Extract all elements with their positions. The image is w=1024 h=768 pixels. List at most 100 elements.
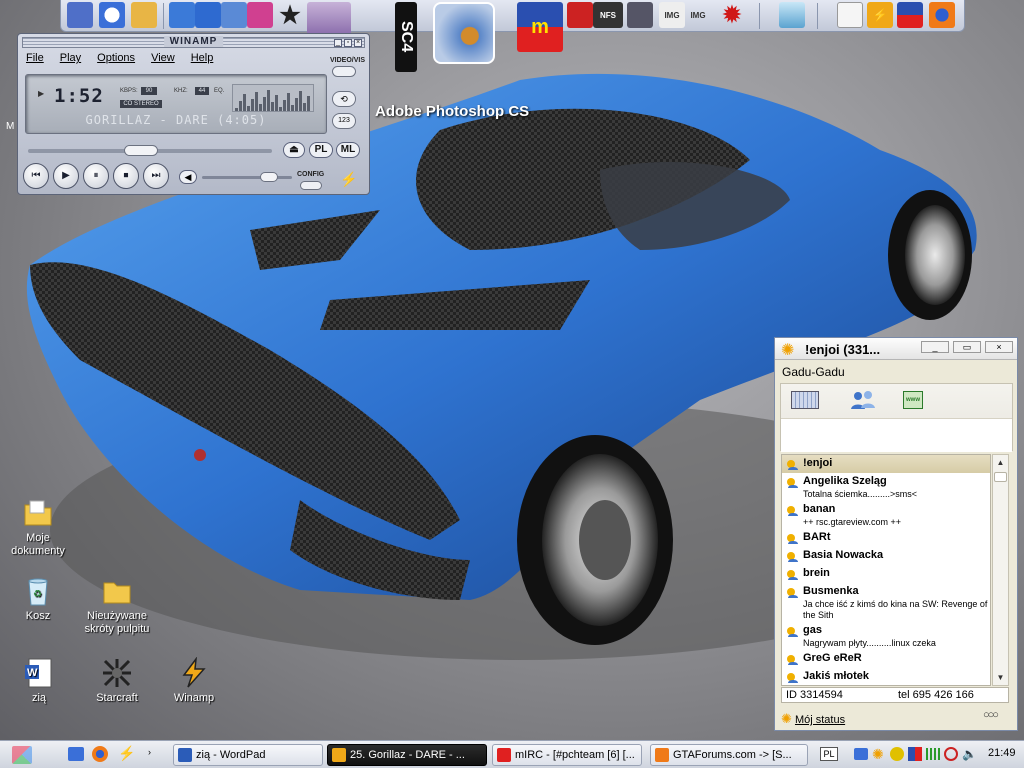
gadu-gadu-tray-icon[interactable]: ✺ [872, 746, 884, 763]
desktop-icon-unused-shortcuts[interactable]: Nieużywane skróty pulpitu [79, 575, 155, 636]
menu-play[interactable]: Play [60, 52, 81, 64]
folder-icon[interactable] [131, 2, 157, 28]
scrollbar[interactable]: ▲ ▼ [992, 454, 1009, 686]
splat-icon[interactable]: ✹ [719, 2, 745, 28]
keyboard-icon[interactable] [791, 391, 819, 409]
minimize-button[interactable]: _ [921, 341, 949, 353]
contact-row[interactable]: Busmenka Ja chce iść z kimś do kina na SW… [782, 583, 990, 622]
winamp-window[interactable]: WINAMP _ ▫ × File Play Options View Help… [17, 33, 370, 195]
desktop-icon-starcraft[interactable]: Starcraft [79, 657, 155, 705]
time-display[interactable]: 1:52 [54, 85, 104, 107]
contact-row[interactable]: brein [782, 565, 990, 583]
menu-file[interactable]: File [26, 52, 44, 64]
config-button[interactable] [300, 181, 322, 190]
desktop-icon-my-documents[interactable]: Moje dokumenty [0, 497, 76, 558]
taskbar-button[interactable]: GTAForums.com -> [S... [650, 744, 808, 766]
gg-contact-list[interactable]: !enjoi Angelika Szeląg Totalna ściemka....… [781, 454, 991, 686]
next-button[interactable]: ⏭ [143, 163, 169, 189]
media-library-button[interactable]: ML [336, 142, 360, 158]
close-button[interactable]: × [985, 341, 1013, 353]
contact-row[interactable]: Angelika Szeląg Totalna ściemka.........>… [782, 473, 990, 501]
contact-row[interactable]: !enjoi [782, 455, 990, 473]
star-icon[interactable]: ★ [277, 2, 303, 29]
mirc-small-icon[interactable] [897, 2, 923, 28]
scroll-up-arrow-icon[interactable]: ▲ [993, 455, 1008, 470]
menu-view[interactable]: View [151, 52, 175, 64]
www-icon[interactable]: www [903, 391, 923, 409]
gg-titlebar[interactable]: ✺ !enjoi (331... _ ▭ × [775, 338, 1017, 360]
gadu-gadu-window[interactable]: ✺ !enjoi (331... _ ▭ × Gadu-Gadu www !en… [774, 337, 1018, 731]
menu-options[interactable]: Options [97, 52, 135, 64]
eq-label[interactable]: EQ. [214, 88, 224, 94]
mirc-icon[interactable]: m [517, 2, 563, 52]
nfs-icon[interactable]: NFS [593, 2, 623, 28]
gg-my-status-button[interactable]: ✺ Mój status [781, 711, 845, 727]
photoshop-icon[interactable] [433, 2, 495, 64]
winamp-titlebar[interactable]: WINAMP _ ▫ × [22, 36, 365, 48]
gg-status-description-field[interactable] [781, 418, 1012, 452]
volume-slider-handle[interactable] [259, 172, 278, 182]
window-icon[interactable] [837, 2, 863, 28]
seek-bar[interactable] [28, 145, 272, 156]
stop-button[interactable]: ⏹ [113, 163, 139, 189]
menu-help[interactable]: Help [191, 52, 214, 64]
sc4-icon[interactable]: SC4 [395, 2, 417, 72]
scroll-down-arrow-icon[interactable]: ▼ [993, 670, 1008, 685]
speaker-icon[interactable]: ◀ [179, 170, 197, 184]
maximize-button[interactable]: ▭ [953, 341, 981, 353]
paint-icon[interactable] [169, 2, 195, 28]
recycle-bin-icon[interactable] [779, 2, 805, 28]
taskbar-button[interactable]: 25. Gorillaz - DARE - ... [327, 744, 487, 766]
close-button[interactable]: × [354, 39, 362, 47]
poser-icon[interactable] [247, 2, 273, 28]
signal-tray-icon[interactable] [926, 748, 940, 760]
winamp-bolt-icon[interactable]: ⚡ [118, 745, 135, 762]
eject-button[interactable]: ⏏ [283, 142, 305, 158]
contact-row[interactable]: BARt [782, 529, 990, 547]
gg-options-icon[interactable]: ○○○ [983, 709, 999, 721]
network-icon[interactable] [67, 2, 93, 28]
antivirus-tray-icon[interactable] [944, 747, 958, 761]
contact-row[interactable]: Jakiś młotek [782, 668, 990, 685]
floppy-icon[interactable] [567, 2, 593, 28]
pause-button[interactable]: ⏸ [83, 163, 109, 189]
clock-icon[interactable] [99, 2, 125, 28]
visualizer[interactable] [232, 84, 314, 112]
mirc-tray-icon[interactable] [908, 747, 922, 761]
vs-icon[interactable] [195, 2, 221, 28]
language-indicator[interactable]: PL [820, 747, 838, 761]
img-tool-icon[interactable]: IMG [659, 2, 685, 28]
firefox-icon[interactable] [929, 2, 955, 28]
contact-row[interactable]: GreG eReR [782, 650, 990, 668]
vs-icon[interactable] [221, 2, 247, 28]
repeat-button[interactable]: ⟲ [332, 91, 356, 107]
img-tool-icon[interactable]: IMG [685, 2, 711, 28]
start-button[interactable] [12, 746, 32, 764]
previous-button[interactable]: ⏮ [23, 163, 49, 189]
contact-row[interactable]: banan ++ rsc.gtareview.com ++ [782, 501, 990, 529]
minimize-button[interactable]: _ [334, 39, 342, 47]
messenger-tray-icon[interactable] [890, 747, 904, 761]
firefox-icon[interactable] [92, 746, 108, 762]
shade-button[interactable]: ▫ [344, 39, 352, 47]
taskbar-button[interactable]: mIRC - [#pchteam [6] [... [492, 744, 642, 766]
playlist-button[interactable]: PL [309, 142, 333, 158]
network-tray-icon[interactable] [854, 748, 868, 760]
quick-launch-more-icon[interactable]: › [148, 747, 151, 757]
seek-slider-handle[interactable] [123, 145, 158, 156]
contacts-icon[interactable] [849, 389, 877, 411]
play-button[interactable]: ▶ [53, 163, 79, 189]
video-vis-button[interactable] [332, 66, 356, 77]
window-icon[interactable] [627, 2, 653, 28]
show-desktop-icon[interactable] [68, 747, 84, 761]
winamp-bolt-icon[interactable]: ⚡ [867, 2, 893, 28]
contact-row[interactable]: gas Nagrywam płyty..........linux czeka [782, 622, 990, 650]
clock[interactable]: 21:49 [988, 747, 1016, 759]
gg-menu-gadu-gadu[interactable]: Gadu-Gadu [782, 365, 845, 379]
shuffle-button[interactable]: 123 [332, 113, 356, 129]
taskbar-button[interactable]: zią - WordPad [173, 744, 323, 766]
desktop-icon-winamp[interactable]: Winamp [156, 656, 232, 705]
desktop-icon-zia-document[interactable]: W zią [1, 657, 77, 705]
volume-slider[interactable] [202, 172, 292, 182]
song-title[interactable]: GORILLAZ - DARE (4:05) [26, 113, 326, 127]
